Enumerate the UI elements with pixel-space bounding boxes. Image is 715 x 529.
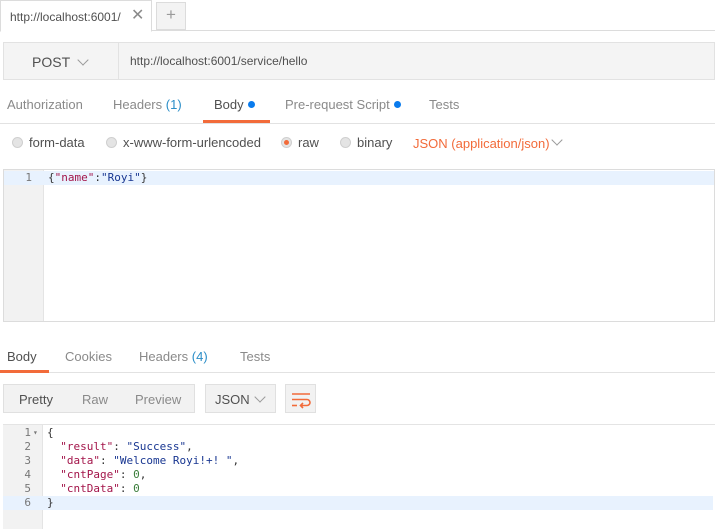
headers-count: (1) bbox=[165, 97, 182, 112]
prerequest-indicator-dot bbox=[393, 101, 401, 108]
request-tabs: Authorization Headers (1) Body Pre-reque… bbox=[0, 88, 715, 124]
code-text: } bbox=[47, 496, 54, 509]
view-mode-group: Pretty Raw Preview bbox=[3, 384, 195, 413]
line-number: 1 bbox=[25, 171, 32, 184]
option-urlencoded[interactable]: x-www-form-urlencoded bbox=[106, 135, 261, 150]
close-icon[interactable]: ✕ bbox=[131, 6, 144, 26]
code-line: 1 ▾ { bbox=[3, 426, 713, 440]
body-indicator-dot bbox=[247, 101, 255, 108]
code-line: 6 } bbox=[3, 496, 713, 510]
wrap-lines-icon bbox=[292, 393, 311, 409]
radio-urlencoded[interactable] bbox=[106, 137, 117, 148]
code-line: 5 "cntData": 0 bbox=[3, 482, 713, 496]
option-binary[interactable]: binary bbox=[340, 135, 392, 150]
radio-form-data[interactable] bbox=[12, 137, 23, 148]
method-label: POST bbox=[32, 54, 71, 70]
url-bar: POST http://localhost:6001/service/hello bbox=[3, 42, 715, 80]
raw-button[interactable]: Raw bbox=[82, 392, 108, 407]
response-tab-body[interactable]: Body bbox=[7, 349, 37, 364]
chevron-down-icon[interactable] bbox=[551, 134, 563, 146]
code-line: 1 {"name":"Royi"} bbox=[4, 171, 714, 185]
tab-bar: http://localhost:6001/ ✕ + bbox=[0, 0, 715, 32]
body-type-options: form-data x-www-form-urlencoded raw bina… bbox=[0, 132, 715, 156]
tab-body[interactable]: Body bbox=[214, 97, 255, 112]
active-tab-underline bbox=[0, 370, 49, 373]
response-tab-headers[interactable]: Headers (4) bbox=[139, 349, 208, 364]
line-number: 4 bbox=[24, 468, 31, 481]
tab-headers-label: Headers bbox=[113, 97, 163, 112]
line-number: 5 bbox=[24, 482, 31, 495]
line-number: 6 bbox=[24, 496, 31, 509]
radio-binary[interactable] bbox=[340, 137, 351, 148]
pretty-button[interactable]: Pretty bbox=[19, 392, 53, 407]
tab-authorization[interactable]: Authorization bbox=[7, 97, 83, 112]
code-text: { bbox=[47, 426, 54, 439]
raw-label: raw bbox=[298, 135, 319, 150]
tab-prerequest-script[interactable]: Pre-request Script bbox=[285, 97, 401, 112]
line-number: 3 bbox=[24, 454, 31, 467]
option-raw[interactable]: raw bbox=[281, 135, 319, 150]
response-tabs: Body Cookies Headers (4) Tests bbox=[0, 340, 715, 373]
chevron-down-icon bbox=[254, 391, 266, 403]
code-text: "data": "Welcome Royi!+! ", bbox=[60, 454, 240, 467]
code-line: 3 "data": "Welcome Royi!+! ", bbox=[3, 454, 713, 468]
tab-body-label: Body bbox=[214, 97, 244, 112]
response-headers-count: (4) bbox=[191, 349, 208, 364]
urlencoded-label: x-www-form-urlencoded bbox=[123, 135, 261, 150]
request-tab[interactable]: http://localhost:6001/ ✕ bbox=[0, 0, 152, 32]
code-text: "result": "Success", bbox=[60, 440, 193, 453]
line-number: 2 bbox=[24, 440, 31, 453]
chevron-down-icon bbox=[77, 54, 89, 66]
tab-tests[interactable]: Tests bbox=[429, 97, 459, 112]
preview-button[interactable]: Preview bbox=[135, 392, 181, 407]
code-line: 2 "result": "Success", bbox=[3, 440, 713, 454]
response-tab-tests[interactable]: Tests bbox=[240, 349, 270, 364]
fold-arrow-icon[interactable]: ▾ bbox=[33, 426, 38, 440]
response-headers-label: Headers bbox=[139, 349, 189, 364]
code-text: "cntData": 0 bbox=[60, 482, 140, 495]
option-form-data[interactable]: form-data bbox=[12, 135, 85, 150]
code-line: 4 "cntPage": 0, bbox=[3, 468, 713, 482]
code-text: "cntPage": 0, bbox=[60, 468, 147, 481]
code-text: {"name":"Royi"} bbox=[48, 171, 148, 184]
request-body-editor[interactable]: 1 {"name":"Royi"} bbox=[3, 169, 715, 322]
active-tab-underline bbox=[203, 120, 270, 123]
request-tab-label: http://localhost:6001/ bbox=[10, 10, 121, 24]
new-tab-button[interactable]: + bbox=[156, 2, 186, 30]
binary-label: binary bbox=[357, 135, 393, 150]
content-type-select[interactable]: JSON (application/json) bbox=[413, 136, 550, 151]
response-tab-cookies[interactable]: Cookies bbox=[65, 349, 112, 364]
line-number: 1 bbox=[24, 426, 31, 439]
url-input[interactable]: http://localhost:6001/service/hello bbox=[130, 54, 307, 68]
format-label: JSON bbox=[215, 392, 250, 407]
method-select[interactable]: POST bbox=[4, 43, 119, 79]
wrap-lines-button[interactable] bbox=[285, 384, 316, 413]
line-number-gutter bbox=[4, 170, 44, 321]
radio-raw[interactable] bbox=[281, 137, 292, 148]
tab-prerequest-label: Pre-request Script bbox=[285, 97, 390, 112]
form-data-label: form-data bbox=[29, 135, 85, 150]
response-body-viewer[interactable]: 1 ▾ { 2 "result": "Success", 3 "data": "… bbox=[3, 424, 715, 529]
response-format-select[interactable]: JSON bbox=[205, 384, 276, 413]
tab-headers[interactable]: Headers (1) bbox=[113, 97, 182, 112]
